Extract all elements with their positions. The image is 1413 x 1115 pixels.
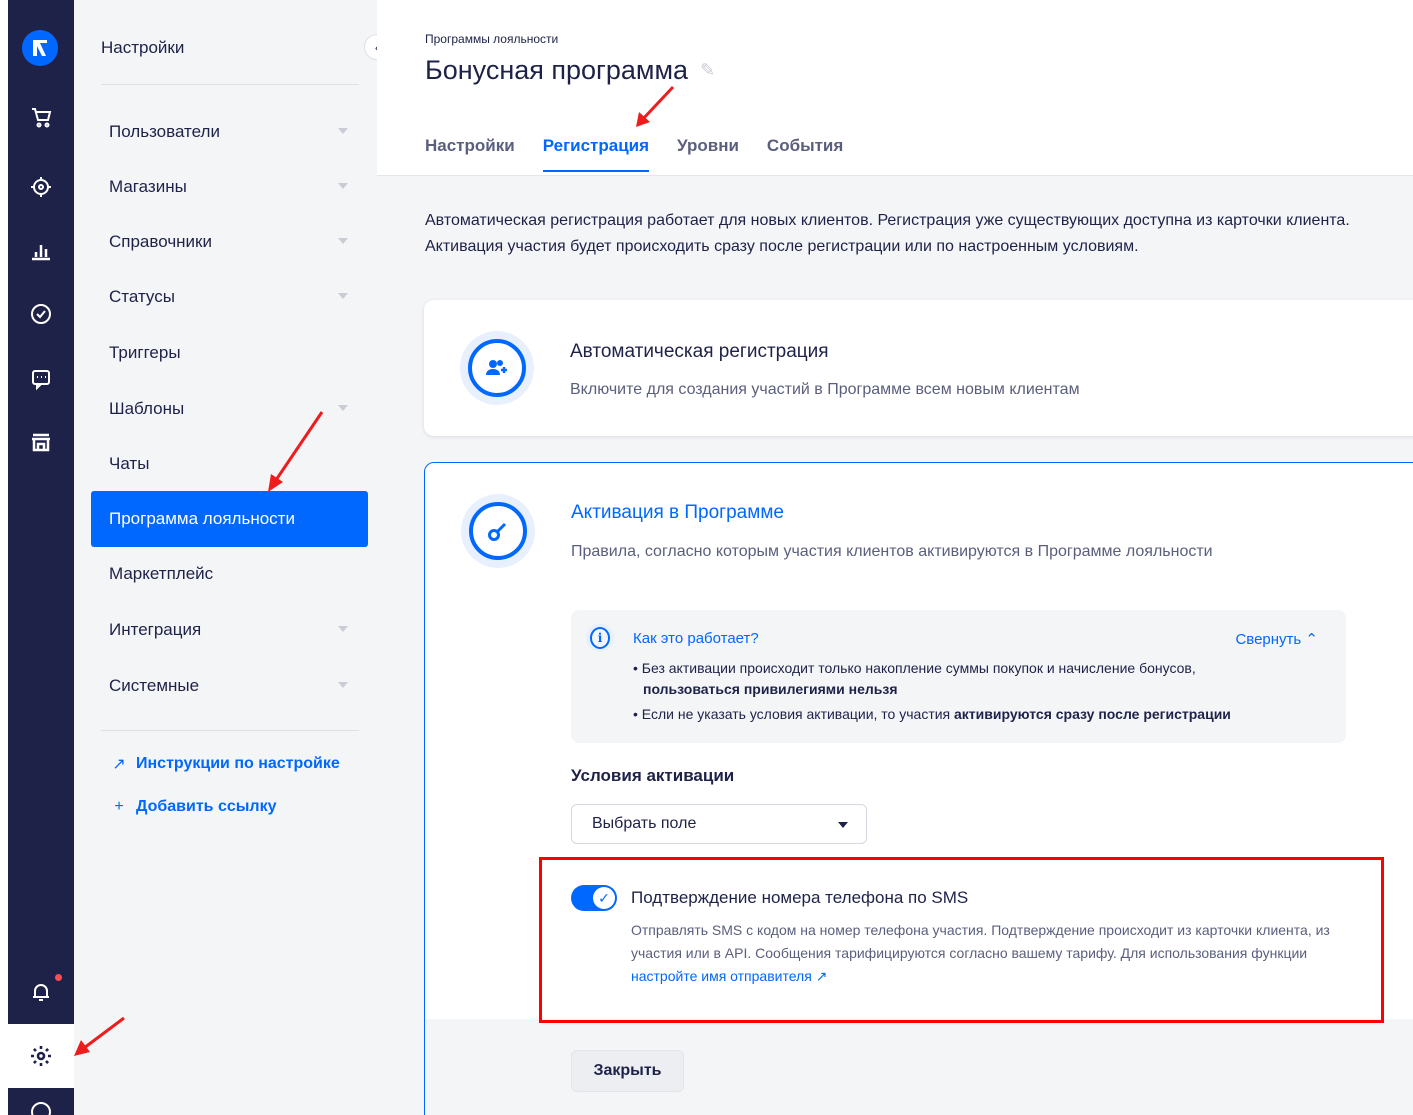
sidebar-item-system[interactable]: Системные	[91, 662, 368, 710]
gear-icon	[29, 1044, 53, 1068]
breadcrumb[interactable]: Программы лояльности	[425, 32, 558, 46]
info-line-1-bold: пользоваться привилегиями нельзя	[643, 681, 898, 697]
app-logo-icon[interactable]	[22, 30, 58, 66]
sidebar-item-label: Шаблоны	[109, 399, 185, 418]
sidebar-item-triggers[interactable]: Триггеры	[91, 329, 368, 377]
chevron-down-icon	[338, 183, 348, 189]
auto-registration-title: Автоматическая регистрация	[570, 341, 829, 362]
chevron-down-icon	[338, 405, 348, 411]
sms-confirmation-description: Отправлять SMS с кодом на номер телефона…	[631, 919, 1351, 988]
sidebar-item-users[interactable]: Пользователи	[91, 108, 368, 156]
sms-confirmation-title: Подтверждение номера телефона по SMS	[631, 888, 969, 907]
sidebar-item-label: Системные	[109, 676, 200, 695]
settings-rail-item[interactable]	[8, 1024, 74, 1088]
divider	[101, 84, 359, 85]
add-link-button[interactable]: + Добавить ссылку	[112, 798, 276, 816]
chevron-down-icon	[338, 128, 348, 134]
info-line-1-text: • Без активации происходит только накопл…	[633, 660, 1196, 676]
analytics-icon[interactable]	[29, 238, 53, 262]
link-label: Инструкции по настройке	[136, 755, 340, 772]
sidebar-item-label: Статусы	[109, 287, 175, 306]
info-line-1: • Без активации происходит только накопл…	[633, 658, 1323, 700]
field-select[interactable]: Выбрать поле	[571, 804, 867, 844]
setup-instructions-link[interactable]: ↗ Инструкции по настройке	[112, 754, 340, 774]
collapse-label: Свернуть	[1235, 631, 1302, 648]
add-users-icon	[460, 331, 534, 405]
collapse-info-button[interactable]: Свернуть ⌃	[1235, 630, 1318, 648]
chevron-up-icon: ⌃	[1305, 631, 1318, 648]
info-icon: i	[586, 624, 614, 652]
tab-registration[interactable]: Регистрация	[542, 136, 650, 172]
sidebar-item-loyalty[interactable]: Программа лояльности	[91, 491, 368, 547]
divider	[101, 730, 359, 731]
sidebar-item-label: Чаты	[109, 454, 150, 473]
sidebar-item-label: Интеграция	[109, 620, 202, 639]
checkmark-icon: ✓	[593, 887, 615, 909]
page-title-text: Бонусная программа	[425, 55, 689, 85]
store-icon[interactable]	[29, 430, 53, 454]
sidebar-item-label: Справочники	[109, 232, 212, 251]
chevron-down-icon	[338, 626, 348, 632]
info-line-2-text: • Если не указать условия активации, то …	[633, 706, 955, 722]
sidebar-item-label: Программа лояльности	[109, 509, 295, 528]
sidebar-item-label: Пользователи	[109, 122, 220, 141]
activation-description: Правила, согласно которым участия клиент…	[571, 543, 1213, 560]
close-button[interactable]: Закрыть	[571, 1050, 684, 1092]
tab-bar: Настройки Регистрация Уровни События	[425, 136, 843, 172]
how-it-works-title: Как это работает?	[633, 630, 759, 647]
help-icon[interactable]	[29, 1100, 53, 1115]
main-content: Программы лояльности Бонусная программа …	[377, 0, 1413, 1115]
sms-description-text: Отправлять SMS с кодом на номер телефона…	[631, 922, 1330, 961]
sidebar-item-label: Триггеры	[109, 343, 181, 362]
auto-registration-card[interactable]: Автоматическая регистрация Включите для …	[424, 300, 1413, 436]
app-rail	[8, 0, 74, 1115]
target-icon[interactable]	[29, 175, 53, 199]
sidebar-item-integration[interactable]: Интеграция	[91, 606, 368, 654]
tab-events[interactable]: События	[767, 136, 843, 172]
sidebar-title: Настройки	[101, 38, 185, 57]
sms-confirmation-toggle[interactable]: ✓	[571, 885, 617, 911]
plus-icon: +	[114, 798, 124, 815]
tab-settings[interactable]: Настройки	[425, 136, 515, 172]
auto-registration-description: Включите для создания участий в Программ…	[570, 381, 1080, 398]
caret-down-icon	[838, 822, 848, 828]
sidebar-item-stores[interactable]: Магазины	[91, 163, 368, 211]
sender-name-link[interactable]: настройте имя отправителя ↗	[631, 968, 827, 984]
edit-pencil-icon[interactable]: ✎	[700, 60, 715, 81]
info-line-2-bold: активируются сразу после регистрации	[954, 706, 1231, 722]
sidebar-item-chats[interactable]: Чаты	[91, 440, 368, 488]
info-line-2: • Если не указать условия активации, то …	[633, 704, 1323, 725]
chat-icon[interactable]	[29, 367, 53, 391]
intro-text: Автоматическая регистрация работает для …	[425, 212, 1350, 255]
bell-icon[interactable]	[29, 980, 53, 1004]
page-header: Программы лояльности Бонусная программа …	[377, 0, 1413, 176]
link-label: Добавить ссылку	[136, 798, 277, 815]
sidebar-item-templates[interactable]: Шаблоны	[91, 385, 368, 433]
key-icon	[461, 494, 535, 568]
sidebar-item-marketplace[interactable]: Маркетплейс	[91, 550, 368, 598]
activation-conditions-label: Условия активации	[571, 766, 735, 785]
cart-icon[interactable]	[29, 105, 53, 129]
sidebar-item-label: Магазины	[109, 177, 187, 196]
chevron-down-icon	[338, 293, 348, 299]
chevron-down-icon	[338, 682, 348, 688]
chevron-down-icon	[338, 238, 348, 244]
sidebar-item-label: Маркетплейс	[109, 564, 214, 583]
sidebar-item-references[interactable]: Справочники	[91, 218, 368, 266]
how-it-works-panel: i Как это работает? Свернуть ⌃ • Без акт…	[571, 610, 1346, 743]
sidebar-item-statuses[interactable]: Статусы	[91, 273, 368, 321]
tasks-check-icon[interactable]	[29, 302, 53, 326]
page-title: Бонусная программа ✎	[425, 55, 715, 86]
activation-card: Активация в Программе Правила, согласно …	[424, 462, 1413, 1115]
settings-sidebar: Настройки Пользователи Магазины Справочн…	[74, 0, 377, 1115]
field-select-value: Выбрать поле	[592, 815, 697, 832]
activation-title[interactable]: Активация в Программе	[571, 502, 784, 524]
tab-levels[interactable]: Уровни	[677, 136, 739, 172]
notification-dot	[55, 974, 62, 981]
external-link-icon: ↗	[112, 756, 126, 773]
page-edge	[0, 0, 8, 1115]
